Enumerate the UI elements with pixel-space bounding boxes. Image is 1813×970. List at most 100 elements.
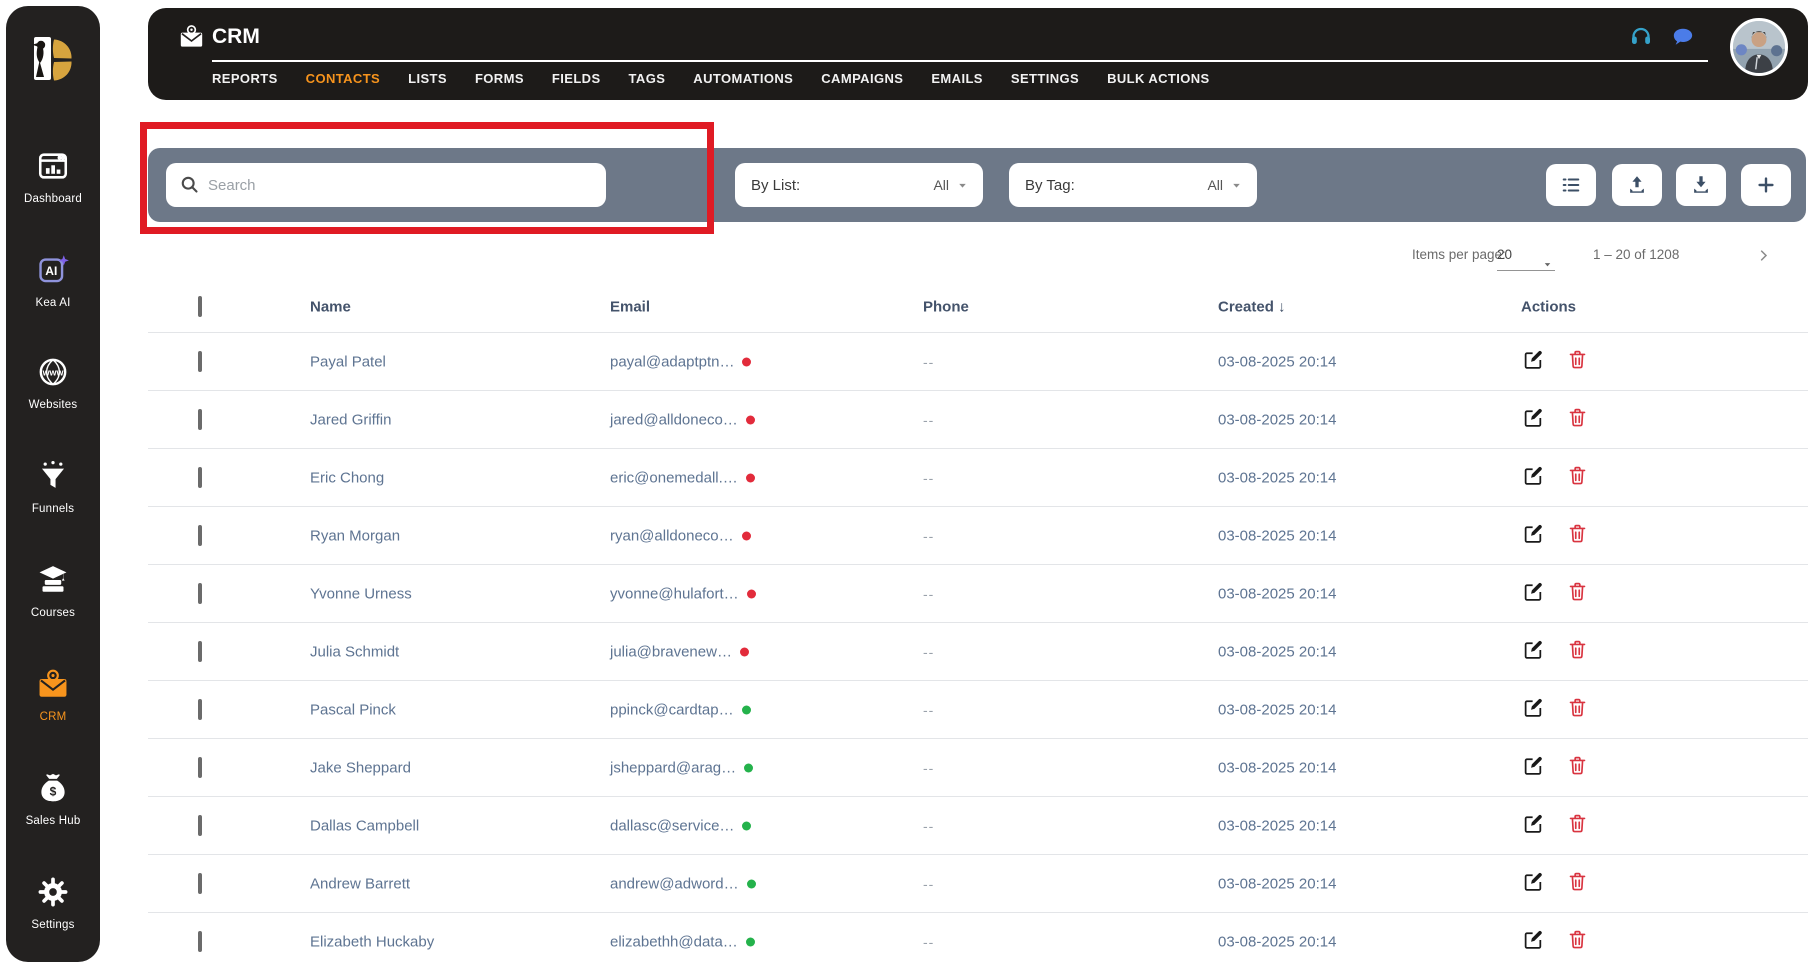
contact-name-link[interactable]: Yvonne Urness xyxy=(310,585,412,602)
delete-contact-button[interactable] xyxy=(1565,639,1589,663)
delete-contact-button[interactable] xyxy=(1565,465,1589,489)
contact-name-link[interactable]: Andrew Barrett xyxy=(310,875,410,892)
sidebar-item-settings[interactable]: Settings xyxy=(6,875,100,931)
next-page-button[interactable] xyxy=(1756,240,1778,270)
contact-name-link[interactable]: Payal Patel xyxy=(310,353,386,370)
contact-name-link[interactable]: Eric Chong xyxy=(310,469,384,486)
delete-contact-button[interactable] xyxy=(1565,697,1589,721)
sidebar-item-label: Websites xyxy=(28,399,78,411)
column-header-name[interactable]: Name xyxy=(310,299,351,316)
delete-contact-button[interactable] xyxy=(1565,813,1589,837)
row-checkbox[interactable] xyxy=(198,698,202,720)
email-status-dot-red xyxy=(739,647,749,656)
sidebar-item-websites[interactable]: www Websites xyxy=(6,355,100,411)
app-logo[interactable] xyxy=(26,32,80,86)
tab-automations[interactable]: AUTOMATIONS xyxy=(693,71,793,86)
user-avatar[interactable] xyxy=(1730,18,1788,76)
contact-created: 03-08-2025 20:14 xyxy=(1218,817,1337,834)
sidebar-item-label: Courses xyxy=(30,607,76,619)
column-header-created[interactable]: Created ↓ xyxy=(1218,299,1286,316)
tab-contacts[interactable]: CONTACTS xyxy=(306,71,380,86)
tab-settings[interactable]: SETTINGS xyxy=(1011,71,1079,86)
edit-contact-button[interactable] xyxy=(1521,465,1545,489)
row-checkbox[interactable] xyxy=(198,466,202,488)
edit-contact-button[interactable] xyxy=(1521,755,1545,779)
delete-contact-button[interactable] xyxy=(1565,523,1589,547)
delete-contact-button[interactable] xyxy=(1565,755,1589,779)
edit-contact-button[interactable] xyxy=(1521,697,1545,721)
tab-lists[interactable]: LISTS xyxy=(408,71,447,86)
edit-contact-button[interactable] xyxy=(1521,639,1545,663)
contact-email: elizabethh@data… xyxy=(610,933,755,950)
delete-contact-button[interactable] xyxy=(1565,871,1589,895)
delete-contact-button[interactable] xyxy=(1565,349,1589,373)
edit-contact-button[interactable] xyxy=(1521,407,1545,431)
tab-reports[interactable]: REPORTS xyxy=(212,71,278,86)
row-checkbox[interactable] xyxy=(198,814,202,836)
tab-bulk-actions[interactable]: BULK ACTIONS xyxy=(1107,71,1210,86)
tab-forms[interactable]: FORMS xyxy=(475,71,524,86)
table-row: Ryan Morgan ryan@alldoneco… -- 03-08-2025 2… xyxy=(148,506,1808,564)
tab-tags[interactable]: TAGS xyxy=(629,71,666,86)
table-header-row: Name Email Phone Created ↓ Actions xyxy=(148,282,1808,332)
items-per-page-select[interactable]: 20 xyxy=(1497,240,1555,271)
chat-icon[interactable] xyxy=(1672,26,1694,48)
row-checkbox[interactable] xyxy=(198,582,202,604)
import-button[interactable] xyxy=(1612,164,1662,206)
edit-contact-button[interactable] xyxy=(1521,813,1545,837)
email-status-dot-green xyxy=(746,879,756,888)
tab-campaigns[interactable]: CAMPAIGNS xyxy=(821,71,903,86)
sidebar-item-funnels[interactable]: Funnels xyxy=(6,459,100,515)
email-status-dot-red xyxy=(742,357,752,366)
row-checkbox[interactable] xyxy=(198,756,202,778)
edit-contact-button[interactable] xyxy=(1521,581,1545,605)
contact-phone: -- xyxy=(923,353,935,370)
contact-name-link[interactable]: Julia Schmidt xyxy=(310,643,399,660)
support-headset-icon[interactable] xyxy=(1629,24,1653,48)
by-tag-filter[interactable]: By Tag: All xyxy=(1009,163,1257,207)
row-checkbox[interactable] xyxy=(198,872,202,894)
by-list-filter[interactable]: By List: All xyxy=(735,163,983,207)
edit-contact-button[interactable] xyxy=(1521,929,1545,953)
row-actions xyxy=(1521,581,1589,607)
delete-contact-button[interactable] xyxy=(1565,929,1589,953)
svg-text:AI: AI xyxy=(45,264,57,278)
column-header-phone[interactable]: Phone xyxy=(923,299,969,316)
delete-contact-button[interactable] xyxy=(1565,407,1589,431)
sidebar-item-dashboard[interactable]: Dashboard xyxy=(6,149,100,205)
sidebar-item-kea-ai[interactable]: AI Kea AI xyxy=(6,253,100,309)
contact-name-link[interactable]: Dallas Campbell xyxy=(310,817,419,834)
contact-email-text: jsheppard@arag… xyxy=(610,759,737,776)
search-input[interactable] xyxy=(208,163,598,207)
edit-contact-button[interactable] xyxy=(1521,871,1545,895)
edit-contact-button[interactable] xyxy=(1521,349,1545,373)
tab-emails[interactable]: EMAILS xyxy=(931,71,983,86)
row-checkbox[interactable] xyxy=(198,640,202,662)
edit-contact-button[interactable] xyxy=(1521,523,1545,547)
select-all-checkbox[interactable] xyxy=(198,296,202,317)
delete-contact-button[interactable] xyxy=(1565,581,1589,605)
contact-name-link[interactable]: Pascal Pinck xyxy=(310,701,396,718)
contact-name-link[interactable]: Jared Griffin xyxy=(310,411,391,428)
chevron-down-icon xyxy=(1230,179,1243,192)
manage-columns-button[interactable] xyxy=(1546,164,1596,206)
row-checkbox[interactable] xyxy=(198,408,202,430)
sidebar-item-courses[interactable]: Courses xyxy=(6,563,100,619)
row-actions xyxy=(1521,523,1589,549)
add-contact-button[interactable] xyxy=(1741,164,1791,206)
sort-desc-icon: ↓ xyxy=(1273,298,1286,316)
column-header-email[interactable]: Email xyxy=(610,299,650,316)
by-list-label: By List: xyxy=(751,176,801,194)
contact-name-link[interactable]: Ryan Morgan xyxy=(310,527,400,544)
tab-fields[interactable]: FIELDS xyxy=(552,71,601,86)
sidebar-item-crm[interactable]: CRM xyxy=(6,667,100,723)
contact-email-text: eric@onemedall.… xyxy=(610,469,738,486)
row-checkbox[interactable] xyxy=(198,524,202,546)
by-tag-label: By Tag: xyxy=(1025,176,1075,194)
row-checkbox[interactable] xyxy=(198,350,202,372)
export-button[interactable] xyxy=(1676,164,1726,206)
contact-name-link[interactable]: Jake Sheppard xyxy=(310,759,411,776)
sidebar-item-sales-hub[interactable]: $ Sales Hub xyxy=(6,771,100,827)
contact-name-link[interactable]: Elizabeth Huckaby xyxy=(310,933,434,950)
row-checkbox[interactable] xyxy=(198,930,202,952)
